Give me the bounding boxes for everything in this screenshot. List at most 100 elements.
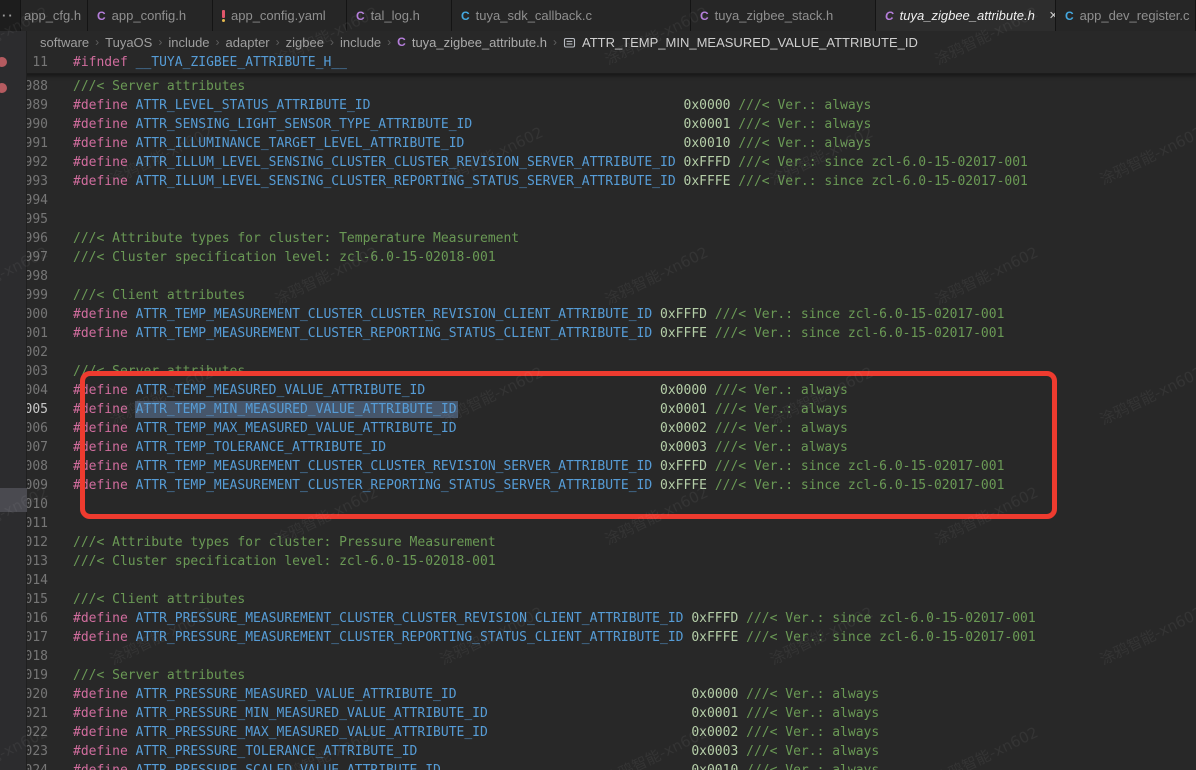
breadcrumb-symbol[interactable]: ATTR_TEMP_MIN_MEASURED_VALUE_ATTRIBUTE_I… xyxy=(582,35,918,50)
line-text[interactable]: ///< Client attributes xyxy=(73,590,245,609)
code-line-1021[interactable]: 1021#define ATTR_PRESSURE_MIN_MEASURED_V… xyxy=(0,704,1196,723)
line-text[interactable]: #define ATTR_PRESSURE_MEASURED_VALUE_ATT… xyxy=(73,685,879,704)
tab-tuya_zigbee_stack.h[interactable]: Ctuya_zigbee_stack.h xyxy=(691,0,876,31)
breadcrumb-item-zigbee[interactable]: zigbee xyxy=(286,35,324,50)
breadcrumb-item-adapter[interactable]: adapter xyxy=(226,35,270,50)
code-line-1009[interactable]: 1009#define ATTR_TEMP_MEASUREMENT_CLUSTE… xyxy=(0,476,1196,495)
line-text[interactable]: #define ATTR_TEMP_MAX_MEASURED_VALUE_ATT… xyxy=(73,419,848,438)
spacing xyxy=(417,744,691,759)
code-line-1001[interactable]: 1001#define ATTR_TEMP_MEASUREMENT_CLUSTE… xyxy=(0,324,1196,343)
code-line-1018[interactable]: 1018 xyxy=(0,647,1196,666)
line-text[interactable]: ///< Cluster specification level: zcl-6.… xyxy=(73,552,496,571)
code-line-1017[interactable]: 1017#define ATTR_PRESSURE_MEASUREMENT_CL… xyxy=(0,628,1196,647)
tab-app_config.h[interactable]: Capp_config.h xyxy=(88,0,213,31)
code-line-1023[interactable]: 1023#define ATTR_PRESSURE_TOLERANCE_ATTR… xyxy=(0,742,1196,761)
code-line-998[interactable]: 998 xyxy=(0,267,1196,286)
code-line-1006[interactable]: 1006#define ATTR_TEMP_MAX_MEASURED_VALUE… xyxy=(0,419,1196,438)
code-line-991[interactable]: 991#define ATTR_ILLUMINANCE_TARGET_LEVEL… xyxy=(0,134,1196,153)
line-text[interactable]: ///< Cluster specification level: zcl-6.… xyxy=(73,248,496,267)
code-line-1014[interactable]: 1014 xyxy=(0,571,1196,590)
line-text[interactable]: #define ATTR_TEMP_MEASUREMENT_CLUSTER_RE… xyxy=(73,324,1004,343)
code-line-1011[interactable]: 1011 xyxy=(0,514,1196,533)
line-text[interactable]: #define ATTR_ILLUM_LEVEL_SENSING_CLUSTER… xyxy=(73,153,1028,172)
line-text[interactable]: #define ATTR_TEMP_MIN_MEASURED_VALUE_ATT… xyxy=(73,400,848,419)
breadcrumb-item-include[interactable]: include xyxy=(340,35,381,50)
line-text[interactable]: ///< Server attributes xyxy=(73,362,245,381)
tab-tal_log.h[interactable]: Ctal_log.h xyxy=(347,0,452,31)
breadcrumb-item-TuyaOS[interactable]: TuyaOS xyxy=(105,35,152,50)
code-line-1000[interactable]: 1000#define ATTR_TEMP_MEASUREMENT_CLUSTE… xyxy=(0,305,1196,324)
line-text[interactable]: #define ATTR_PRESSURE_SCALED_VALUE_ATTRI… xyxy=(73,761,879,770)
line-text[interactable]: #define ATTR_SENSING_LIGHT_SENSOR_TYPE_A… xyxy=(73,115,871,134)
identifier: ATTR_TEMP_MAX_MEASURED_VALUE_ATTRIBUTE_I… xyxy=(136,421,457,436)
code-line-1012[interactable]: 1012///< Attribute types for cluster: Pr… xyxy=(0,533,1196,552)
code-line-1013[interactable]: 1013///< Cluster specification level: zc… xyxy=(0,552,1196,571)
close-icon[interactable]: ✕ xyxy=(1049,9,1056,22)
code-line-1022[interactable]: 1022#define ATTR_PRESSURE_MAX_MEASURED_V… xyxy=(0,723,1196,742)
tab-app_config.yaml[interactable]: app_config.yaml xyxy=(213,0,347,31)
code-line-1004[interactable]: 1004#define ATTR_TEMP_MEASURED_VALUE_ATT… xyxy=(0,381,1196,400)
line-text[interactable]: #define ATTR_ILLUMINANCE_TARGET_LEVEL_AT… xyxy=(73,134,871,153)
code-line-995[interactable]: 995 xyxy=(0,210,1196,229)
line-text[interactable]: ///< Attribute types for cluster: Temper… xyxy=(73,229,519,248)
code-line-992[interactable]: 992#define ATTR_ILLUM_LEVEL_SENSING_CLUS… xyxy=(0,153,1196,172)
code-line-993[interactable]: 993#define ATTR_ILLUM_LEVEL_SENSING_CLUS… xyxy=(0,172,1196,191)
breadcrumb-item-software[interactable]: software xyxy=(40,35,89,50)
hex-value: 0x0002 xyxy=(660,421,707,436)
code-line-989[interactable]: 989#define ATTR_LEVEL_STATUS_ATTRIBUTE_I… xyxy=(0,96,1196,115)
code-line-1016[interactable]: 1016#define ATTR_PRESSURE_MEASUREMENT_CL… xyxy=(0,609,1196,628)
code-line-1003[interactable]: 1003///< Server attributes xyxy=(0,362,1196,381)
line-text[interactable]: #define ATTR_TEMP_MEASURED_VALUE_ATTRIBU… xyxy=(73,381,848,400)
line-text[interactable]: #define ATTR_PRESSURE_TOLERANCE_ATTRIBUT… xyxy=(73,742,879,761)
breadcrumb-item-include[interactable]: include xyxy=(168,35,209,50)
line-text[interactable]: #define ATTR_PRESSURE_MEASUREMENT_CLUSTE… xyxy=(73,609,1036,628)
tab-tuya_sdk_callback.c[interactable]: Ctuya_sdk_callback.c xyxy=(452,0,691,31)
line-text[interactable]: #ifndef __TUYA_ZIGBEE_ATTRIBUTE_H__ xyxy=(73,53,347,72)
code-line-999[interactable]: 999///< Client attributes xyxy=(0,286,1196,305)
spacing xyxy=(370,98,683,113)
line-text[interactable]: #define ATTR_PRESSURE_MIN_MEASURED_VALUE… xyxy=(73,704,879,723)
line-text[interactable]: #define ATTR_LEVEL_STATUS_ATTRIBUTE_ID 0… xyxy=(73,96,871,115)
code-lines[interactable]: 988///< Server attributes989#define ATTR… xyxy=(0,74,1196,770)
tab-app_dev_register.c[interactable]: Capp_dev_register.c xyxy=(1056,0,1196,31)
code-line-1002[interactable]: 1002 xyxy=(0,343,1196,362)
code-line-1024[interactable]: 1024#define ATTR_PRESSURE_SCALED_VALUE_A… xyxy=(0,761,1196,770)
code-line-1020[interactable]: 1020#define ATTR_PRESSURE_MEASURED_VALUE… xyxy=(0,685,1196,704)
code-line-1007[interactable]: 1007#define ATTR_TEMP_TOLERANCE_ATTRIBUT… xyxy=(0,438,1196,457)
code-line-1019[interactable]: 1019///< Server attributes xyxy=(0,666,1196,685)
line-text[interactable]: ///< Client attributes xyxy=(73,286,245,305)
code-line-1005[interactable]: 1005#define ATTR_TEMP_MIN_MEASURED_VALUE… xyxy=(0,400,1196,419)
line-text[interactable]: #define ATTR_TEMP_MEASUREMENT_CLUSTER_RE… xyxy=(73,476,1004,495)
code-line-1008[interactable]: 1008#define ATTR_TEMP_MEASUREMENT_CLUSTE… xyxy=(0,457,1196,476)
line-text[interactable]: ///< Server attributes xyxy=(73,666,245,685)
tab-app_cfg.h[interactable]: app_cfg.h xyxy=(21,0,88,31)
code-line-990[interactable]: 990#define ATTR_SENSING_LIGHT_SENSOR_TYP… xyxy=(0,115,1196,134)
code-line-996[interactable]: 996///< Attribute types for cluster: Tem… xyxy=(0,229,1196,248)
line-text[interactable]: #define ATTR_PRESSURE_MEASUREMENT_CLUSTE… xyxy=(73,628,1036,647)
tab-tuya_zigbee_attribute.h[interactable]: Ctuya_zigbee_attribute.h✕ xyxy=(876,0,1056,31)
code-line-11[interactable]: 11#ifndef __TUYA_ZIGBEE_ATTRIBUTE_H__ xyxy=(0,53,1196,72)
line-text[interactable]: #define ATTR_TEMP_MEASUREMENT_CLUSTER_CL… xyxy=(73,305,1004,324)
more-tabs-icon[interactable]: ·· xyxy=(0,0,21,31)
breakpoint-dot[interactable] xyxy=(0,83,7,93)
identifier: ATTR_SENSING_LIGHT_SENSOR_TYPE_ATTRIBUTE… xyxy=(136,117,473,132)
code-line-988[interactable]: 988///< Server attributes xyxy=(0,77,1196,96)
sticky-scroll-line[interactable]: 11#ifndef __TUYA_ZIGBEE_ATTRIBUTE_H__ xyxy=(0,53,1196,74)
line-text[interactable]: #define ATTR_TEMP_MEASUREMENT_CLUSTER_CL… xyxy=(73,457,1004,476)
line-text[interactable]: #define ATTR_PRESSURE_MAX_MEASURED_VALUE… xyxy=(73,723,879,742)
line-text[interactable]: ///< Attribute types for cluster: Pressu… xyxy=(73,533,496,552)
line-text[interactable]: #define ATTR_ILLUM_LEVEL_SENSING_CLUSTER… xyxy=(73,172,1028,191)
code-line-997[interactable]: 997///< Cluster specification level: zcl… xyxy=(0,248,1196,267)
code-editor[interactable]: 11#ifndef __TUYA_ZIGBEE_ATTRIBUTE_H__ 98… xyxy=(0,53,1196,770)
code-line-1015[interactable]: 1015///< Client attributes xyxy=(0,590,1196,609)
code-line-1010[interactable]: 1010 xyxy=(0,495,1196,514)
hex-value: 0xFFFD xyxy=(691,611,738,626)
hex-value: 0xFFFD xyxy=(660,307,707,322)
line-text[interactable]: ///< Server attributes xyxy=(73,77,245,96)
scrollbar-thumb[interactable] xyxy=(0,488,27,512)
code-line-994[interactable]: 994 xyxy=(0,191,1196,210)
spacing xyxy=(488,725,692,740)
line-text[interactable]: #define ATTR_TEMP_TOLERANCE_ATTRIBUTE_ID… xyxy=(73,438,848,457)
breakpoint-dot[interactable] xyxy=(0,57,7,67)
breadcrumb-file[interactable]: tuya_zigbee_attribute.h xyxy=(412,35,547,50)
